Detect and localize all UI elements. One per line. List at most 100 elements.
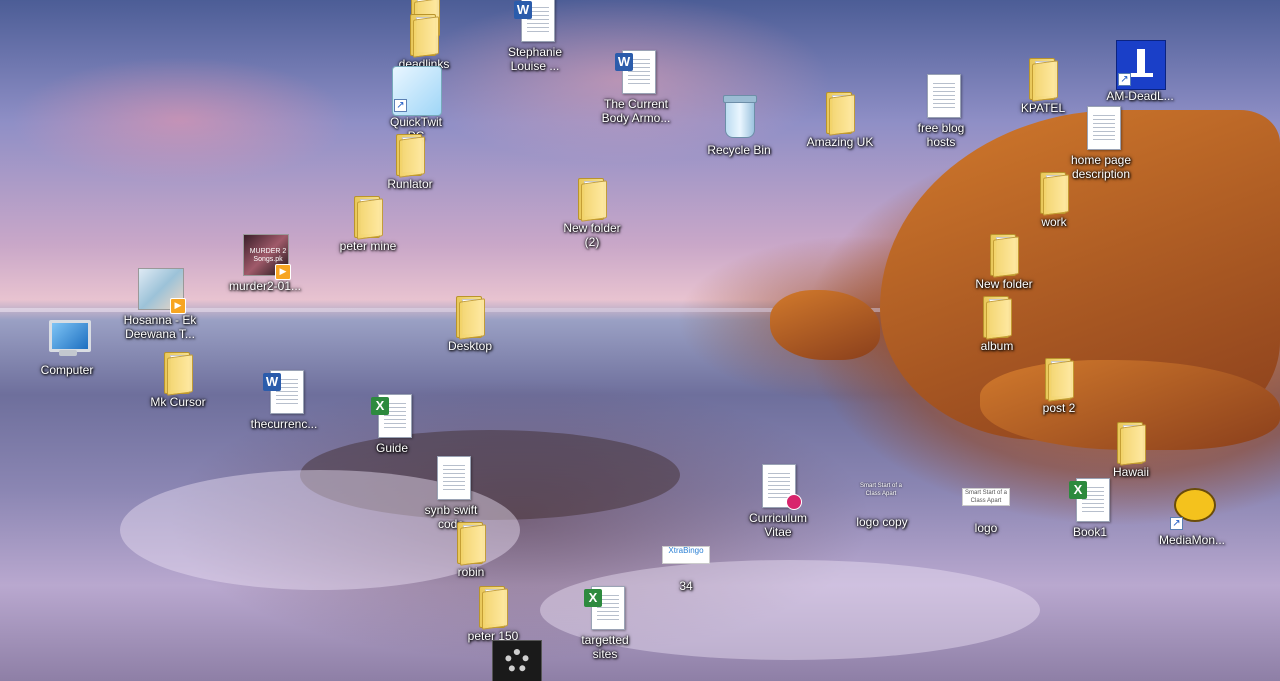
- icon-label: Hosanna - Ek Deewana T...: [123, 313, 197, 341]
- desktop-icon-free-blog[interactable]: free blog hosts: [893, 72, 989, 149]
- shortcut-arrow-icon: ↗: [1170, 517, 1183, 530]
- icon-label: robin: [457, 565, 485, 579]
- play-badge-icon: ▶: [275, 264, 291, 280]
- folder-icon: [386, 128, 434, 178]
- desktop-icon-desktop-folder[interactable]: Desktop: [422, 290, 518, 353]
- video-file-icon: MURDER 2 Songs.pk ▶: [241, 230, 291, 280]
- shortcut-arrow-icon: ↗: [1118, 73, 1131, 86]
- desktop-icon-book1[interactable]: X Book1: [1042, 476, 1138, 539]
- pdf-document-icon: [754, 462, 802, 510]
- folder-icon: [447, 516, 495, 566]
- desktop-icon-thecurrenc[interactable]: W thecurrenc...: [236, 368, 332, 431]
- desktop-icon-logo[interactable]: Smart Start of a Class Apart logo: [938, 472, 1034, 535]
- logo-thumb-text: Smart Start of a Class Apart: [962, 488, 1010, 506]
- folder-icon: [344, 190, 392, 240]
- desktop-icon-runlator[interactable]: Runlator: [362, 128, 458, 191]
- icon-label: thecurrenc...: [250, 417, 318, 431]
- shortcut-arrow-icon: ↗: [394, 99, 407, 112]
- icon-label: Computer: [40, 363, 94, 377]
- icon-label: logo: [974, 521, 998, 535]
- recycle-bin-icon: [715, 94, 763, 142]
- desktop-icon-guide[interactable]: X Guide: [344, 392, 440, 455]
- folder-icon: [980, 228, 1028, 278]
- desktop-icon-mediamon[interactable]: ↗ MediaMon...: [1144, 484, 1240, 547]
- desktop-icon-new-folder-2[interactable]: New folder (2): [544, 172, 640, 249]
- icon-label: post 2: [1042, 401, 1076, 415]
- desktop-icon-curriculum[interactable]: Curriculum Vitae: [730, 462, 826, 539]
- excel-spreadsheet-icon: X: [581, 584, 629, 632]
- desktop-icon-settings-app[interactable]: [468, 640, 564, 681]
- icon-label: murder2-01...: [228, 279, 302, 293]
- icon-label: album: [980, 339, 1014, 353]
- icon-label: work: [1041, 215, 1067, 229]
- icon-label: The Current Body Armo...: [601, 97, 671, 125]
- folder-icon: [1107, 416, 1155, 466]
- desktop-icon-stephanie[interactable]: W Stephanie Louise ...: [487, 0, 583, 73]
- icon-label: Stephanie Louise ...: [507, 45, 563, 73]
- icon-label: Runlator: [387, 177, 433, 191]
- computer-icon: [43, 314, 91, 362]
- desktop-icon-logo-copy[interactable]: Smart Start of a Class Apart logo copy: [834, 466, 930, 529]
- icon-label: AM-DeadL...: [1106, 89, 1174, 103]
- icon-label: peter mine: [339, 239, 397, 253]
- desktop-icon-targetted[interactable]: X targetted sites: [557, 584, 653, 661]
- text-document-icon: [427, 454, 475, 502]
- icon-label: New folder: [975, 277, 1033, 291]
- folder-icon: [973, 290, 1021, 340]
- image-file-icon: Smart Start of a Class Apart: [962, 472, 1010, 520]
- desktop-background[interactable]: deadlinks W Stephanie Louise ... ↗ Quick…: [0, 0, 1280, 681]
- word-document-icon: W: [612, 48, 660, 96]
- media-monkey-icon: ↗: [1168, 484, 1216, 532]
- desktop-icon-mk-cursor[interactable]: Mk Cursor: [130, 346, 226, 409]
- folder-icon: [816, 86, 864, 136]
- desktop-icon-hawaii[interactable]: Hawaii: [1083, 416, 1179, 479]
- icon-label: targetted sites: [581, 633, 629, 661]
- murder2-thumb-text: MURDER 2 Songs.pk: [249, 248, 287, 263]
- icon-label: Curriculum Vitae: [748, 511, 807, 539]
- icon-label: Recycle Bin: [707, 143, 771, 157]
- wallpaper-rock: [770, 290, 880, 360]
- video-file-icon: ▶: [136, 264, 186, 314]
- desktop-icon-hosanna[interactable]: ▶ Hosanna - Ek Deewana T...: [112, 264, 208, 341]
- desktop-icon-murder2[interactable]: MURDER 2 Songs.pk ▶ murder2-01...: [217, 230, 313, 293]
- desktop-icon-current-body[interactable]: W The Current Body Armo...: [588, 48, 684, 125]
- icon-label: New folder (2): [563, 221, 621, 249]
- folder-icon: [154, 346, 202, 396]
- word-document-icon: W: [260, 368, 308, 416]
- logo-copy-thumb-text: Smart Start of a Class Apart: [859, 483, 902, 497]
- icon-label: Book1: [1072, 525, 1108, 539]
- desktop-icon-amazing-uk[interactable]: Amazing UK: [792, 86, 888, 149]
- folder-icon: [1019, 52, 1067, 102]
- desktop-icon-new-folder[interactable]: New folder: [956, 228, 1052, 291]
- desktop-icon-recycle-bin[interactable]: Recycle Bin: [691, 94, 787, 157]
- folder-icon: [469, 580, 517, 630]
- desktop-icon-deadlinks[interactable]: deadlinks: [376, 8, 472, 71]
- desktop-icon-peter150[interactable]: peter 150: [445, 580, 541, 643]
- folder-icon: [568, 172, 616, 222]
- desktop-icon-computer[interactable]: Computer: [19, 314, 115, 377]
- word-document-icon: W: [511, 0, 559, 44]
- desktop-icon-post2[interactable]: post 2: [1011, 352, 1107, 415]
- play-badge-icon: ▶: [170, 298, 186, 314]
- icon-label: logo copy: [856, 515, 908, 529]
- image-file-icon: XtraBingo: [662, 530, 710, 578]
- icon-label: Desktop: [447, 339, 493, 353]
- desktop-icon-album[interactable]: album: [949, 290, 1045, 353]
- xtrabingo-thumb-text: XtraBingo: [662, 546, 710, 564]
- text-document-icon: [917, 72, 965, 120]
- download-app-icon: ↗: [1116, 40, 1166, 90]
- image-file-icon: Smart Start of a Class Apart: [858, 466, 906, 514]
- desktop-icon-peter-mine[interactable]: peter mine: [320, 190, 416, 253]
- folder-icon: [1030, 166, 1078, 216]
- desktop-icon-work[interactable]: work: [1006, 166, 1102, 229]
- folder-icon: [446, 290, 494, 340]
- text-document-icon: [1077, 104, 1125, 152]
- gear-icon: [492, 640, 542, 681]
- icon-label: Guide: [375, 441, 409, 455]
- icon-label: Mk Cursor: [150, 395, 206, 409]
- excel-spreadsheet-icon: X: [368, 392, 416, 440]
- desktop-icon-robin[interactable]: robin: [423, 516, 519, 579]
- desktop-icon-am-deadl[interactable]: ↗ AM-DeadL...: [1092, 40, 1188, 103]
- icon-label: Amazing UK: [806, 135, 874, 149]
- icon-label: free blog hosts: [917, 121, 965, 149]
